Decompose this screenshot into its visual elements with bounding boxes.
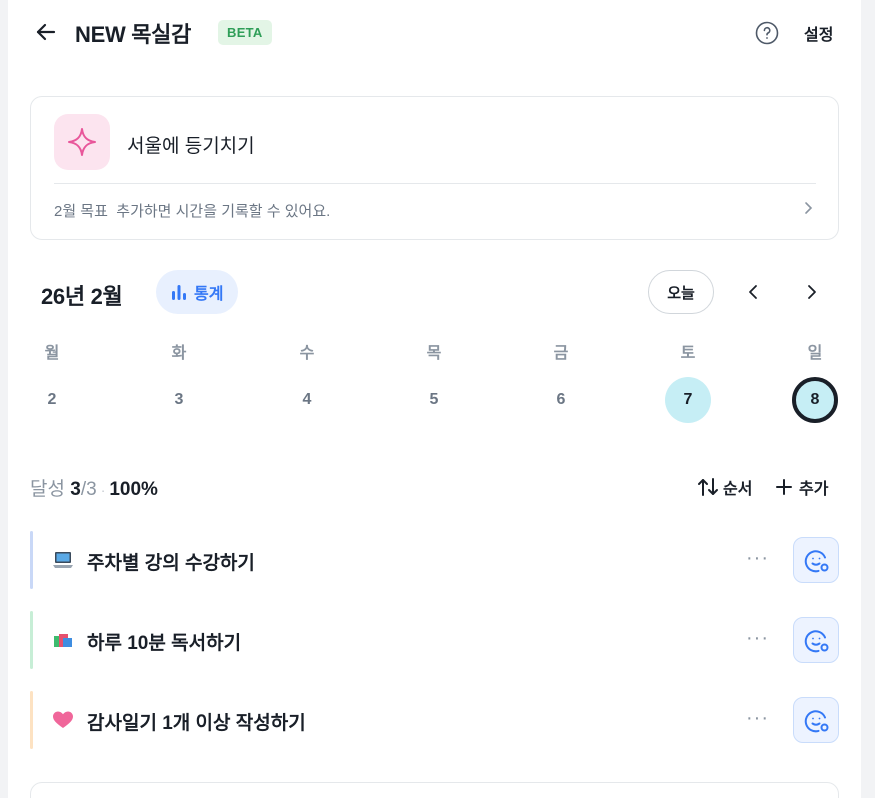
- sparkle-icon: [68, 128, 96, 156]
- task-label: 주차별 강의 수강하기: [87, 553, 255, 574]
- bar-chart-icon: [172, 285, 186, 300]
- goal-icon-box: [54, 114, 110, 170]
- more-icon[interactable]: ···: [746, 707, 769, 730]
- day-cell[interactable]: 4: [284, 377, 330, 423]
- header: NEW 목실감 BETA 설정: [8, 0, 861, 64]
- task-color-bar: [30, 691, 33, 749]
- progress-percent: 100%: [109, 479, 158, 500]
- progress-total: /3: [80, 479, 97, 500]
- bottom-card: [30, 782, 839, 798]
- chevron-right-icon[interactable]: [802, 282, 822, 302]
- task-item[interactable]: 주차별 강의 수강하기 ···: [30, 531, 839, 589]
- books-icon: [54, 634, 72, 647]
- smile-face-icon: [804, 710, 829, 733]
- goal-title: 서울에 등기치기: [127, 136, 255, 157]
- plus-icon: [776, 479, 792, 495]
- stats-button[interactable]: 통계: [156, 270, 239, 314]
- progress-done: 3: [70, 479, 81, 500]
- weekday-wed: 수: [299, 345, 315, 362]
- smile-face-icon: [804, 630, 829, 653]
- weekday-sun: 일: [807, 345, 823, 362]
- emotion-check-button[interactable]: [793, 537, 839, 583]
- main-panel: NEW 목실감 BETA 설정 서울에 등기치기 2월 목표 추가하면 시간을 …: [8, 0, 861, 798]
- progress-label: 달성: [30, 479, 65, 500]
- beta-badge: BETA: [218, 20, 272, 45]
- weekday-tue: 화: [171, 345, 187, 362]
- task-item[interactable]: 감사일기 1개 이상 작성하기 ···: [30, 691, 839, 749]
- more-icon[interactable]: ···: [746, 547, 769, 570]
- task-item[interactable]: 하루 10분 독서하기 ···: [30, 611, 839, 669]
- progress-summary: 달성 3/3 · 100%: [30, 474, 158, 501]
- day-cell[interactable]: 6: [538, 377, 584, 423]
- divider: [54, 183, 816, 184]
- add-task-button[interactable]: 추가: [775, 475, 828, 499]
- weekday-sat: 토: [680, 345, 696, 362]
- task-label: 하루 10분 독서하기: [87, 633, 242, 654]
- goal-hint: 추가하면 시간을 기록할 수 있어요.: [116, 203, 331, 220]
- weekday-thu: 목: [426, 345, 442, 362]
- goal-subtitle: 2월 목표 추가하면 시간을 기록할 수 있어요.: [54, 200, 330, 221]
- month-goal-label: 2월 목표: [54, 203, 108, 220]
- day-cell[interactable]: 2: [29, 377, 75, 423]
- heart-icon: [53, 711, 73, 728]
- emotion-check-button[interactable]: [793, 617, 839, 663]
- weekday-fri: 금: [553, 345, 569, 362]
- day-cell-achieved[interactable]: 7: [665, 377, 711, 423]
- help-icon[interactable]: [755, 21, 779, 45]
- order-button[interactable]: 순서: [697, 475, 752, 499]
- more-icon[interactable]: ···: [746, 627, 769, 650]
- order-label: 순서: [723, 481, 753, 498]
- task-color-bar: [30, 611, 33, 669]
- separator-dot: ·: [100, 482, 106, 498]
- day-cell[interactable]: 5: [411, 377, 457, 423]
- add-label: 추가: [799, 481, 829, 498]
- task-label: 감사일기 1개 이상 작성하기: [87, 713, 306, 734]
- page-title: NEW 목실감: [75, 22, 192, 47]
- today-button[interactable]: 오늘: [648, 270, 714, 314]
- back-arrow-icon[interactable]: [34, 20, 58, 44]
- day-cell[interactable]: 3: [156, 377, 202, 423]
- goal-card[interactable]: 서울에 등기치기 2월 목표 추가하면 시간을 기록할 수 있어요.: [30, 96, 839, 240]
- task-color-bar: [30, 531, 33, 589]
- chevron-left-icon[interactable]: [743, 282, 763, 302]
- laptop-icon: [53, 552, 73, 568]
- chevron-right-icon[interactable]: [801, 201, 815, 215]
- month-label: 26년 2월: [41, 284, 123, 309]
- smile-face-icon: [804, 550, 829, 573]
- stats-label: 통계: [194, 286, 224, 303]
- settings-button[interactable]: 설정: [804, 21, 833, 45]
- day-cell-today[interactable]: 8: [792, 377, 838, 423]
- sort-icon: [698, 478, 718, 496]
- weekday-mon: 월: [44, 345, 60, 362]
- emotion-check-button[interactable]: [793, 697, 839, 743]
